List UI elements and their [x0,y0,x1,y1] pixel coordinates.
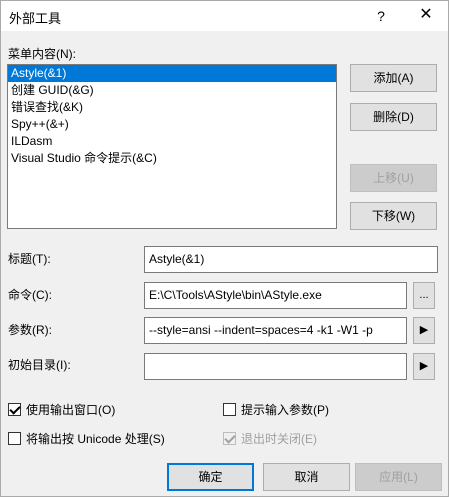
checkbox-unchecked-icon[interactable] [8,432,21,445]
initial-directory-menu-arrow-icon[interactable]: ▶ [413,353,435,380]
add-button[interactable]: 添加(A) [350,64,437,92]
checkbox-checked-icon[interactable] [8,403,21,416]
apply-button[interactable]: 应用(L) [355,463,442,491]
title-input[interactable]: Astyle(&1) [144,246,438,273]
use-output-window-label: 使用输出窗口(O) [26,403,116,417]
title-label: 标题(T): [8,252,51,266]
dialog-title: 外部工具 [9,11,62,26]
close-on-exit-checkbox[interactable]: 退出时关闭(E) [223,430,317,447]
list-item[interactable]: Visual Studio 命令提示(&C) [8,150,336,167]
use-output-window-checkbox[interactable]: 使用输出窗口(O) [8,401,115,418]
list-item[interactable]: Spy++(&+) [8,116,336,133]
checkbox-checked-icon[interactable] [223,432,236,445]
command-input[interactable]: E:\C\Tools\AStyle\bin\AStyle.exe [144,282,407,309]
delete-button[interactable]: 删除(D) [350,103,437,131]
cancel-button[interactable]: 取消 [263,463,350,491]
move-up-button[interactable]: 上移(U) [350,164,437,192]
prompt-arguments-label: 提示输入参数(P) [241,403,329,417]
title-bar: 外部工具 ? ✕ [1,1,448,31]
external-tools-dialog: 外部工具 ? ✕ 菜单内容(N): Astyle(&1) 创建 GUID(&G)… [0,0,449,497]
command-label: 命令(C): [8,288,52,302]
close-on-exit-label: 退出时关闭(E) [241,432,317,446]
move-down-button[interactable]: 下移(W) [350,202,437,230]
ok-button[interactable]: 确定 [167,463,254,491]
arguments-menu-arrow-icon[interactable]: ▶ [413,317,435,344]
initial-directory-label: 初始目录(I): [8,358,71,372]
browse-button[interactable]: ... [413,282,435,309]
menu-contents-list[interactable]: Astyle(&1) 创建 GUID(&G) 错误查找(&K) Spy++(&+… [7,64,337,229]
initial-directory-input[interactable] [144,353,407,380]
arguments-label: 参数(R): [8,323,52,337]
close-icon[interactable]: ✕ [411,3,441,27]
list-item[interactable]: 创建 GUID(&G) [8,82,336,99]
list-item[interactable]: 错误查找(&K) [8,99,336,116]
treat-output-unicode-checkbox[interactable]: 将输出按 Unicode 处理(S) [8,430,165,447]
menu-contents-label: 菜单内容(N): [8,47,76,61]
treat-output-unicode-label: 将输出按 Unicode 处理(S) [26,432,165,446]
arguments-input[interactable]: --style=ansi --indent=spaces=4 -k1 -W1 -… [144,317,407,344]
list-item[interactable]: ILDasm [8,133,336,150]
prompt-arguments-checkbox[interactable]: 提示输入参数(P) [223,401,329,418]
list-item[interactable]: Astyle(&1) [8,65,336,82]
checkbox-unchecked-icon[interactable] [223,403,236,416]
help-icon[interactable]: ? [369,5,393,27]
